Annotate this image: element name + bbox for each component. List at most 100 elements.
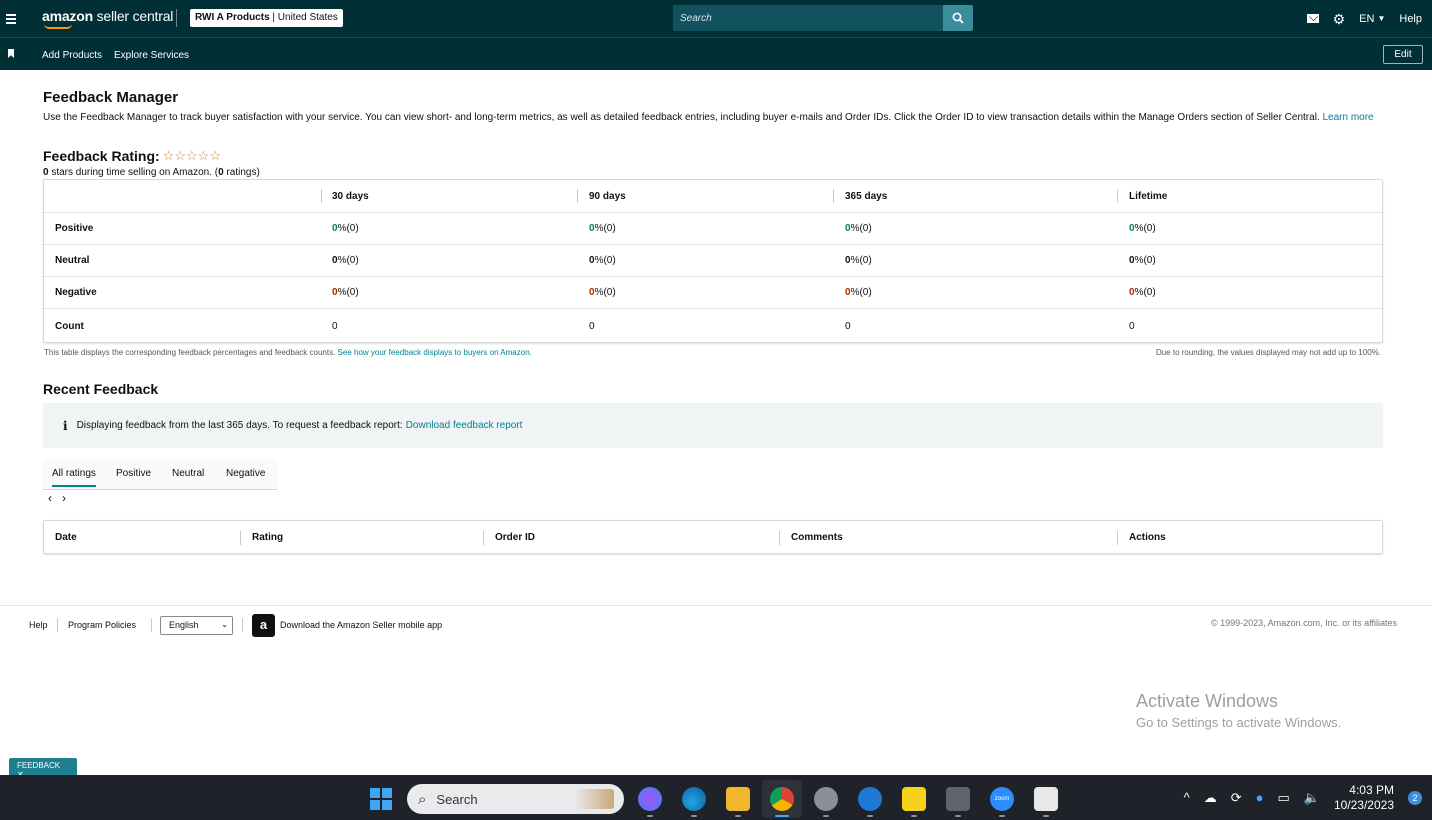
header-comments[interactable]: Comments — [791, 521, 843, 553]
page-title: Feedback Manager — [43, 89, 179, 106]
amazon-seller-central-logo[interactable]: amazon seller central — [42, 8, 173, 24]
header-lifetime: Lifetime — [1129, 190, 1168, 202]
rounding-note: Due to rounding, the values displayed ma… — [1155, 348, 1381, 357]
cell: 0 %(0) — [845, 255, 872, 266]
cell: 0 %(0) — [1129, 287, 1156, 298]
rating-tabs: All ratings Positive Neutral Negative — [43, 459, 277, 490]
language-selector[interactable]: EN ▼ — [1359, 13, 1385, 25]
buyer-display-link[interactable]: See how your feedback displays to buyers… — [338, 348, 532, 357]
search-highlight-icon — [574, 789, 614, 809]
sticky-notes-icon[interactable] — [902, 787, 926, 811]
cell: 0 %(0) — [332, 255, 359, 266]
gear-icon[interactable]: ⚙ — [1333, 12, 1346, 26]
table-note: This table displays the corresponding fe… — [44, 348, 532, 357]
chevron-left-icon[interactable]: ‹ — [48, 491, 52, 505]
notification-badge[interactable]: 2 — [1408, 790, 1422, 805]
download-app-link[interactable]: Download the Amazon Seller mobile app — [280, 620, 442, 630]
column-separator — [321, 189, 322, 203]
row-label: Negative — [55, 287, 97, 298]
tab-neutral[interactable]: Neutral — [172, 468, 204, 479]
header-rating[interactable]: Rating — [252, 521, 283, 553]
settings-icon[interactable] — [814, 787, 838, 811]
footer-program-policies-link[interactable]: Program Policies — [68, 620, 136, 630]
sync-icon[interactable]: ⟳ — [1231, 790, 1242, 806]
help-link[interactable]: Help — [1399, 13, 1422, 25]
cell: 0 %(0) — [589, 255, 616, 266]
edge-icon[interactable] — [682, 787, 706, 811]
amazon-app-icon[interactable]: a — [252, 614, 275, 637]
snipping-tool-icon[interactable] — [1034, 787, 1058, 811]
cell: 0 — [332, 320, 338, 332]
tab-positive[interactable]: Positive — [116, 468, 151, 479]
running-indicator — [999, 815, 1005, 817]
tab-all-ratings[interactable]: All ratings — [52, 468, 96, 487]
subnav-explore-services[interactable]: Explore Services — [114, 50, 189, 61]
top-right-actions: ⚙ EN ▼ Help — [1306, 0, 1422, 37]
table-row-positive: Positive 0 %(0) 0 %(0) 0 %(0) 0 %(0) — [44, 213, 1382, 245]
header-30-days: 30 days — [332, 190, 369, 202]
running-indicator — [647, 815, 653, 817]
get-help-icon[interactable] — [858, 787, 882, 811]
download-report-link[interactable]: Download feedback report — [406, 420, 523, 431]
cell: 0 %(0) — [332, 287, 359, 298]
tab-negative[interactable]: Negative — [226, 468, 265, 479]
chevron-right-icon[interactable]: › — [62, 491, 66, 505]
recent-feedback-title: Recent Feedback — [43, 381, 159, 397]
mail-icon[interactable] — [1306, 14, 1319, 23]
cell: 0 %(0) — [845, 223, 872, 234]
logo-smile — [44, 24, 72, 29]
feedback-metrics-table: 30 days 90 days 365 days Lifetime Positi… — [43, 179, 1383, 343]
footer-language-select[interactable]: English ⌄ — [160, 616, 233, 635]
windows-taskbar: ⌕ Search zoom ^ ☁ ⟳ ● ▭ 🔈 4:03 PM 10/23/… — [0, 775, 1432, 820]
clock[interactable]: 4:03 PM 10/23/2023 — [1334, 783, 1394, 813]
column-separator — [1117, 189, 1118, 203]
column-separator — [577, 189, 578, 203]
system-tray: ^ ☁ ⟳ ● ▭ 🔈 4:03 PM 10/23/2023 2 — [1184, 775, 1422, 820]
volume-icon[interactable]: 🔈 — [1304, 790, 1320, 806]
menu-icon[interactable] — [6, 13, 16, 24]
feedback-rating: Feedback Rating: ☆☆☆☆☆ — [43, 148, 221, 164]
edit-button[interactable]: Edit — [1383, 45, 1423, 64]
file-explorer-icon[interactable] — [726, 787, 750, 811]
rating-title: Feedback Rating: — [43, 148, 160, 164]
store-selector[interactable]: RWI A Products | United States — [190, 9, 343, 27]
microphone-icon[interactable]: ● — [1256, 790, 1264, 805]
cell: 0 — [589, 320, 595, 332]
network-icon[interactable]: ▭ — [1277, 790, 1289, 806]
taskbar-search[interactable]: ⌕ Search — [407, 784, 624, 814]
footer-help-link[interactable]: Help — [29, 620, 48, 630]
row-label: Count — [55, 320, 84, 332]
running-indicator — [735, 815, 741, 817]
divider — [151, 618, 152, 632]
onedrive-icon[interactable]: ☁ — [1204, 790, 1217, 806]
windows-start-icon[interactable] — [370, 788, 392, 810]
header-order-id[interactable]: Order ID — [495, 521, 535, 553]
subnav-add-products[interactable]: Add Products — [42, 50, 102, 61]
chrome-icon[interactable] — [770, 787, 794, 811]
cell: 0 — [845, 320, 851, 332]
feedback-button[interactable]: FEEDBACK ✕ — [9, 758, 77, 779]
running-indicator — [691, 815, 697, 817]
header-90-days: 90 days — [589, 190, 626, 202]
column-separator — [779, 531, 780, 545]
bookmark-icon[interactable] — [8, 49, 14, 58]
divider — [176, 9, 177, 27]
row-label: Neutral — [55, 255, 90, 266]
calculator-icon[interactable] — [946, 787, 970, 811]
pagination: ‹ › — [48, 491, 66, 505]
running-indicator — [867, 815, 873, 817]
messenger-icon[interactable] — [638, 787, 662, 811]
table-header: 30 days 90 days 365 days Lifetime — [44, 180, 1382, 213]
search-button[interactable] — [943, 5, 973, 31]
header-actions: Actions — [1129, 531, 1166, 543]
search-icon: ⌕ — [418, 790, 427, 808]
zoom-icon[interactable]: zoom — [990, 787, 1014, 811]
info-text: Displaying feedback from the last 365 da… — [76, 420, 403, 431]
learn-more-link[interactable]: Learn more — [1322, 112, 1373, 123]
chevron-up-icon[interactable]: ^ — [1184, 790, 1190, 805]
running-indicator — [823, 815, 829, 817]
chevron-down-icon: ▼ — [1377, 14, 1386, 23]
header-date[interactable]: Date — [55, 521, 77, 553]
search-input[interactable]: Search — [673, 5, 943, 31]
feedback-list-table: Date Rating Order ID Comments Actions — [43, 520, 1383, 554]
